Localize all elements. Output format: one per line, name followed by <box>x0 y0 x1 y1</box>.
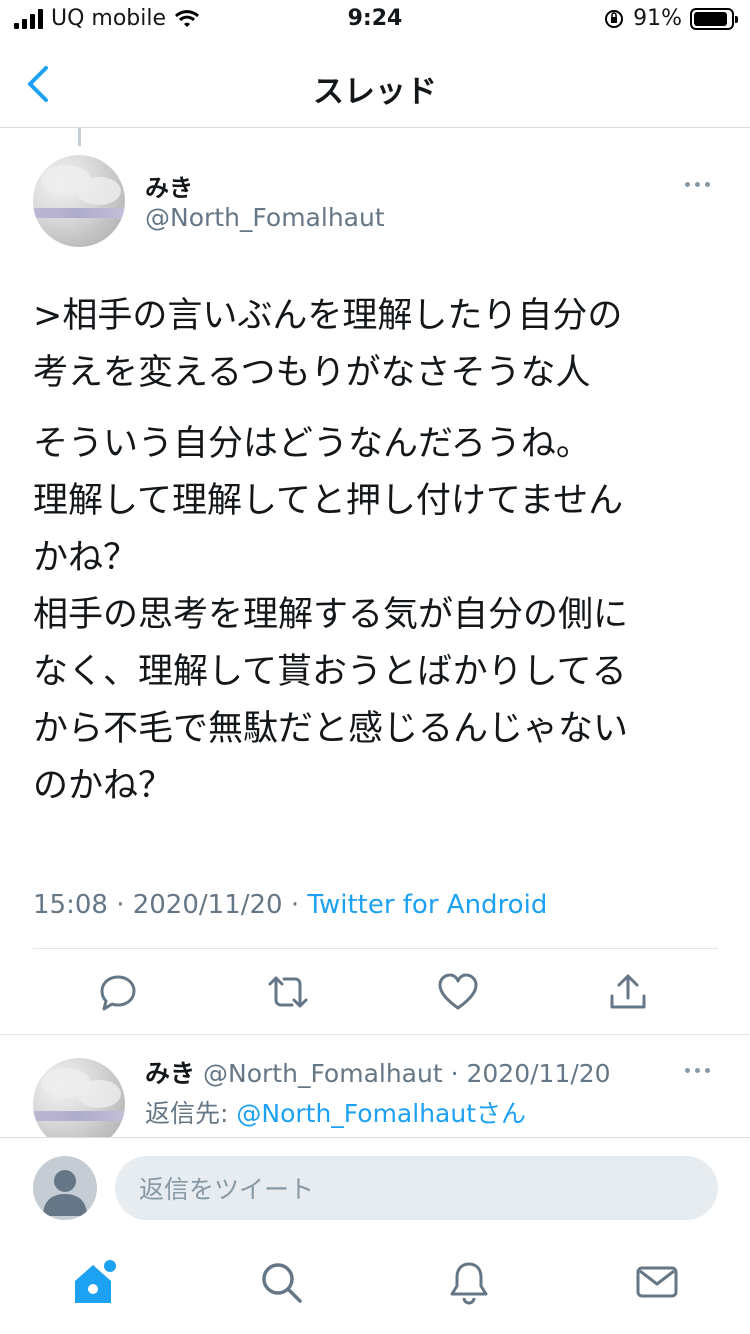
tweet-main-paragraph: そういう自分はどうなんだろうね。 理解して理解してと押し付けてません かね？ 相… <box>33 424 629 806</box>
search-icon <box>262 1263 302 1303</box>
tweet-meta: 15:08 · 2020/11/20 · Twitter for Android <box>33 890 547 920</box>
divider <box>33 948 718 949</box>
reply-more-options-icon[interactable] <box>685 1068 710 1073</box>
status-bar: UQ mobile 9:24 91% <box>0 0 750 40</box>
heart-icon <box>438 973 478 1010</box>
like-button[interactable] <box>436 970 480 1014</box>
retweet-icon <box>268 976 308 1008</box>
battery-area: 91% <box>603 6 738 31</box>
tweet-timestamp: 15:08 · 2020/11/20 · <box>33 890 308 920</box>
author-handle[interactable]: @North_Fomalhaut <box>145 203 385 232</box>
page-title: スレッド <box>313 74 437 110</box>
compose-bar: 返信をツイート <box>0 1137 750 1237</box>
reply-author-name[interactable]: みき <box>145 1059 195 1088</box>
battery-icon <box>690 7 738 30</box>
more-options-icon[interactable] <box>685 182 710 187</box>
tab-messages[interactable] <box>634 1259 680 1305</box>
default-avatar-icon <box>43 1170 87 1216</box>
tab-home[interactable] <box>70 1259 116 1305</box>
comment-icon <box>100 975 136 1011</box>
reply-button[interactable] <box>96 970 140 1014</box>
home-icon <box>75 1260 116 1303</box>
avatar[interactable] <box>33 155 125 247</box>
user-avatar[interactable] <box>33 1156 97 1220</box>
bell-icon <box>450 1262 488 1305</box>
nav-header: スレッド <box>0 40 750 128</box>
reply-to-line: 返信先: @North_Fomalhautさん <box>145 1094 526 1130</box>
tweet-action-bar <box>0 950 750 1034</box>
reply-compose-input[interactable]: 返信をツイート <box>115 1156 718 1220</box>
rotation-lock-icon <box>605 9 624 28</box>
author-name[interactable]: みき <box>145 168 193 203</box>
reply-to-prefix: 返信先: <box>145 1099 237 1128</box>
reply-to-mention[interactable]: @North_Fomalhautさん <box>236 1099 526 1128</box>
reply-header[interactable]: みき @North_Fomalhaut · 2020/11/20 <box>145 1054 611 1090</box>
tab-notifications[interactable] <box>446 1259 492 1305</box>
mail-icon <box>636 1266 678 1298</box>
tab-bar <box>0 1237 750 1334</box>
divider <box>0 1034 750 1035</box>
tweet-text: >相手の言いぶんを理解したり自分の 考えを変えるつもりがなさそうな人 そういう自… <box>33 288 723 829</box>
tab-search[interactable] <box>258 1259 304 1305</box>
share-icon <box>610 974 646 1009</box>
retweet-button[interactable] <box>266 970 310 1014</box>
battery-percent: 91% <box>633 6 682 31</box>
share-button[interactable] <box>606 970 650 1014</box>
thread-connector-line <box>78 128 81 146</box>
reply-handle-date: @North_Fomalhaut · 2020/11/20 <box>203 1059 611 1088</box>
tweet-quote-paragraph: >相手の言いぶんを理解したり自分の 考えを変えるつもりがなさそうな人 <box>33 296 623 393</box>
tweet-source-link[interactable]: Twitter for Android <box>307 890 547 920</box>
